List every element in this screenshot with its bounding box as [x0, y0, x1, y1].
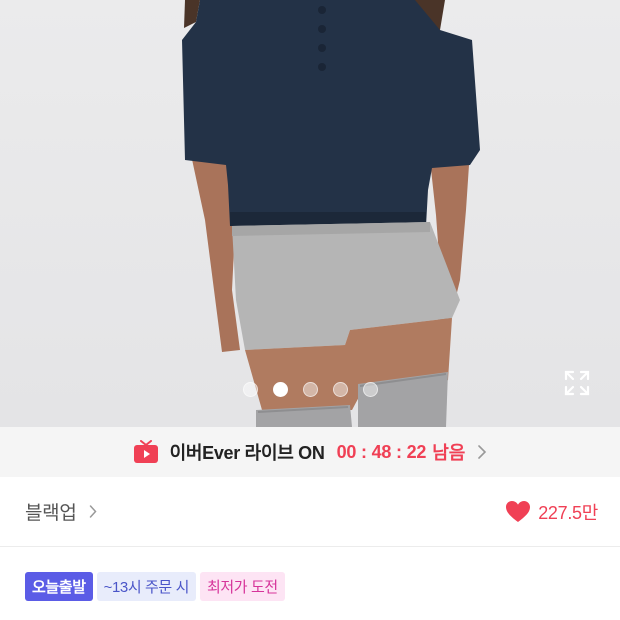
carousel-dot[interactable] — [302, 382, 318, 397]
brand-name: 블랙업 — [25, 503, 77, 524]
like-button[interactable]: 227.5만 — [505, 499, 598, 525]
product-photo — [182, 0, 480, 427]
badge-order-cutoff: ~13시 주문 시 — [96, 572, 196, 601]
badge-today-shipping: 오늘출발 — [25, 572, 93, 601]
product-title-preview — [25, 609, 620, 620]
brand-link[interactable]: 블랙업 — [25, 498, 97, 525]
carousel-dot[interactable] — [242, 382, 258, 397]
badge-group: 오늘출발 ~13시 주문 시 최저가 도전 — [25, 572, 285, 601]
live-remaining-label: 남음 — [432, 443, 466, 463]
live-title: 이버Ever 라이브 ON — [169, 443, 325, 463]
live-countdown: 00 : 48 : 22 — [336, 441, 427, 462]
badge-lowest-price: 최저가 도전 — [200, 572, 285, 601]
carousel-dot[interactable] — [332, 382, 348, 397]
brand-row: 블랙업 227.5만 — [0, 477, 620, 547]
carousel-dot-active[interactable] — [272, 382, 288, 397]
like-count: 227.5만 — [538, 502, 598, 523]
expand-icon[interactable] — [562, 368, 592, 398]
product-image-carousel[interactable] — [0, 0, 620, 427]
carousel-dot[interactable] — [362, 382, 378, 397]
tv-live-icon — [133, 440, 158, 463]
live-broadcast-banner[interactable]: 이버Ever 라이브 ON 00 : 48 : 22 남음 — [0, 427, 620, 477]
carousel-indicator — [0, 382, 620, 397]
heart-icon — [506, 501, 531, 522]
chevron-right-icon — [478, 445, 487, 459]
chevron-right-icon — [89, 505, 97, 518]
